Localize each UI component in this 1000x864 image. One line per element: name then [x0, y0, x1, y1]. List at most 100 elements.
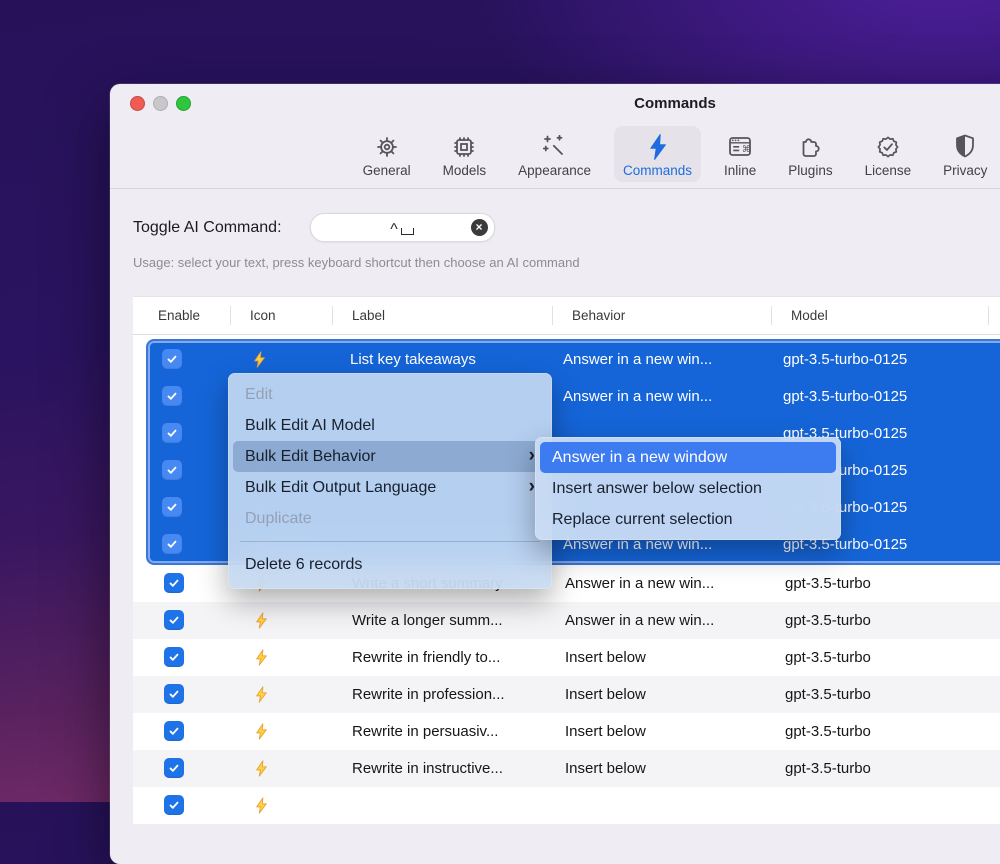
- table-header: Enable Icon Label Behavior Model: [133, 297, 1000, 335]
- chip-icon: [454, 137, 475, 157]
- table-row[interactable]: Rewrite in instructive... Insert below g…: [133, 750, 1000, 787]
- enable-checkbox[interactable]: [162, 423, 182, 443]
- lightning-icon: [253, 612, 332, 629]
- column-header-behavior[interactable]: Behavior: [552, 297, 771, 334]
- row-behavior: Answer in a new win...: [563, 351, 713, 368]
- preferences-toolbar: General Models Appearance Commands ⌘ Inl…: [110, 122, 1000, 189]
- enable-checkbox[interactable]: [164, 573, 184, 593]
- space-key-icon: [400, 227, 414, 235]
- control-key-symbol: ^: [390, 220, 398, 238]
- lightning-icon: [253, 649, 332, 666]
- lightning-icon: [251, 351, 330, 368]
- tab-inline[interactable]: ⌘ Inline: [715, 126, 765, 182]
- enable-checkbox[interactable]: [162, 497, 182, 517]
- tab-label: General: [362, 163, 411, 178]
- row-behavior: Insert below: [565, 649, 646, 666]
- lightning-icon: [253, 760, 332, 777]
- table-row[interactable]: [133, 787, 1000, 824]
- row-model: gpt-3.5-turbo: [785, 686, 871, 703]
- lightning-icon: [253, 797, 332, 814]
- enable-checkbox[interactable]: [164, 647, 184, 667]
- row-behavior: Insert below: [565, 686, 646, 703]
- row-label: List key takeaways: [350, 351, 476, 368]
- lightning-icon: [253, 686, 332, 703]
- table-row[interactable]: Rewrite in friendly to... Insert below g…: [133, 639, 1000, 676]
- column-header-enable[interactable]: Enable: [133, 297, 230, 334]
- enable-checkbox[interactable]: [164, 795, 184, 815]
- tab-appearance[interactable]: Appearance: [509, 126, 600, 182]
- magic-wand-icon: [542, 134, 563, 155]
- context-menu: Edit Bulk Edit AI Model Bulk Edit Behavi…: [228, 373, 552, 589]
- enable-checkbox[interactable]: [164, 758, 184, 778]
- menu-item-bulk-edit-ai-model[interactable]: Bulk Edit AI Model: [233, 410, 547, 441]
- row-behavior: Insert below: [565, 760, 646, 777]
- seal-check-icon: [877, 136, 899, 158]
- svg-text:⌘: ⌘: [742, 145, 751, 155]
- usage-hint: Usage: select your text, press keyboard …: [133, 255, 580, 270]
- tab-label: Privacy: [943, 163, 988, 178]
- tab-general[interactable]: General: [354, 126, 420, 182]
- menu-item-bulk-edit-behavior[interactable]: Bulk Edit Behavior ›: [233, 441, 547, 472]
- menu-item-duplicate: Duplicate: [245, 509, 312, 527]
- lightning-bolt-icon: [649, 134, 666, 160]
- window-controls: [130, 95, 191, 111]
- menu-separator: [240, 541, 540, 542]
- row-label: Rewrite in friendly to...: [352, 649, 501, 666]
- tab-plugins[interactable]: Plugins: [779, 126, 841, 182]
- puzzle-piece-icon: [803, 138, 820, 157]
- zoom-button[interactable]: [176, 95, 191, 111]
- tab-label: Models: [442, 163, 487, 178]
- tab-label: Appearance: [518, 163, 591, 178]
- tab-label: Inline: [724, 163, 757, 178]
- table-row[interactable]: Rewrite in profession... Insert below gp…: [133, 676, 1000, 713]
- lightning-icon: [253, 723, 332, 740]
- menu-item-edit: Edit: [245, 385, 273, 403]
- row-model: gpt-3.5-turbo: [785, 612, 871, 629]
- submenu-item-replace-current-selection[interactable]: Replace current selection: [540, 504, 836, 535]
- row-model: gpt-3.5-turbo-0125: [783, 351, 908, 368]
- enable-checkbox[interactable]: [162, 349, 182, 369]
- window-title: Commands: [634, 94, 716, 112]
- shield-icon: [956, 134, 975, 158]
- column-header-model[interactable]: Model: [771, 297, 988, 334]
- close-button[interactable]: [130, 95, 145, 111]
- column-header-icon[interactable]: Icon: [230, 297, 332, 334]
- enable-checkbox[interactable]: [164, 721, 184, 741]
- shortcut-section: Toggle AI Command: ^ × Usage: select you…: [110, 189, 1000, 270]
- shortcut-recorder-field[interactable]: ^ ×: [309, 213, 495, 242]
- menu-item-delete-records[interactable]: Delete 6 records: [233, 549, 547, 580]
- toggle-ai-command-label: Toggle AI Command:: [133, 218, 282, 236]
- tab-models[interactable]: Models: [434, 126, 496, 182]
- row-model: gpt-3.5-turbo: [785, 649, 871, 666]
- enable-checkbox[interactable]: [162, 386, 182, 406]
- enable-checkbox[interactable]: [164, 684, 184, 704]
- row-label: Rewrite in persuasiv...: [352, 723, 499, 740]
- row-label: Write a longer summ...: [352, 612, 503, 629]
- clear-shortcut-button[interactable]: ×: [470, 219, 488, 236]
- enable-checkbox[interactable]: [164, 610, 184, 630]
- row-label: Rewrite in instructive...: [352, 760, 503, 777]
- tab-privacy[interactable]: Privacy: [934, 126, 996, 182]
- behavior-submenu: Answer in a new window Insert answer bel…: [535, 437, 841, 540]
- row-behavior: Insert below: [565, 723, 646, 740]
- gear-icon: [376, 137, 397, 157]
- tab-label: License: [864, 163, 912, 178]
- row-model: gpt-3.5-turbo-0125: [783, 388, 908, 405]
- table-row[interactable]: Write a longer summ... Answer in a new w…: [133, 602, 1000, 639]
- submenu-item-answer-new-window[interactable]: Answer in a new window: [540, 442, 836, 473]
- table-row[interactable]: Rewrite in persuasiv... Insert below gpt…: [133, 713, 1000, 750]
- enable-checkbox[interactable]: [162, 534, 182, 554]
- submenu-item-insert-below-selection[interactable]: Insert answer below selection: [540, 473, 836, 504]
- row-model: gpt-3.5-turbo: [785, 575, 871, 592]
- column-header-label[interactable]: Label: [332, 297, 552, 334]
- row-behavior: Answer in a new win...: [565, 612, 715, 629]
- tab-commands[interactable]: Commands: [613, 126, 702, 182]
- tab-license[interactable]: License: [856, 126, 921, 182]
- row-behavior: Answer in a new win...: [563, 388, 713, 405]
- enable-checkbox[interactable]: [162, 460, 182, 480]
- titlebar: Commands: [110, 84, 1000, 122]
- tab-label: Commands: [622, 163, 693, 178]
- minimize-button[interactable]: [153, 95, 168, 111]
- menu-item-bulk-edit-output-language[interactable]: Bulk Edit Output Language ›: [233, 472, 547, 503]
- row-model: gpt-3.5-turbo: [785, 723, 871, 740]
